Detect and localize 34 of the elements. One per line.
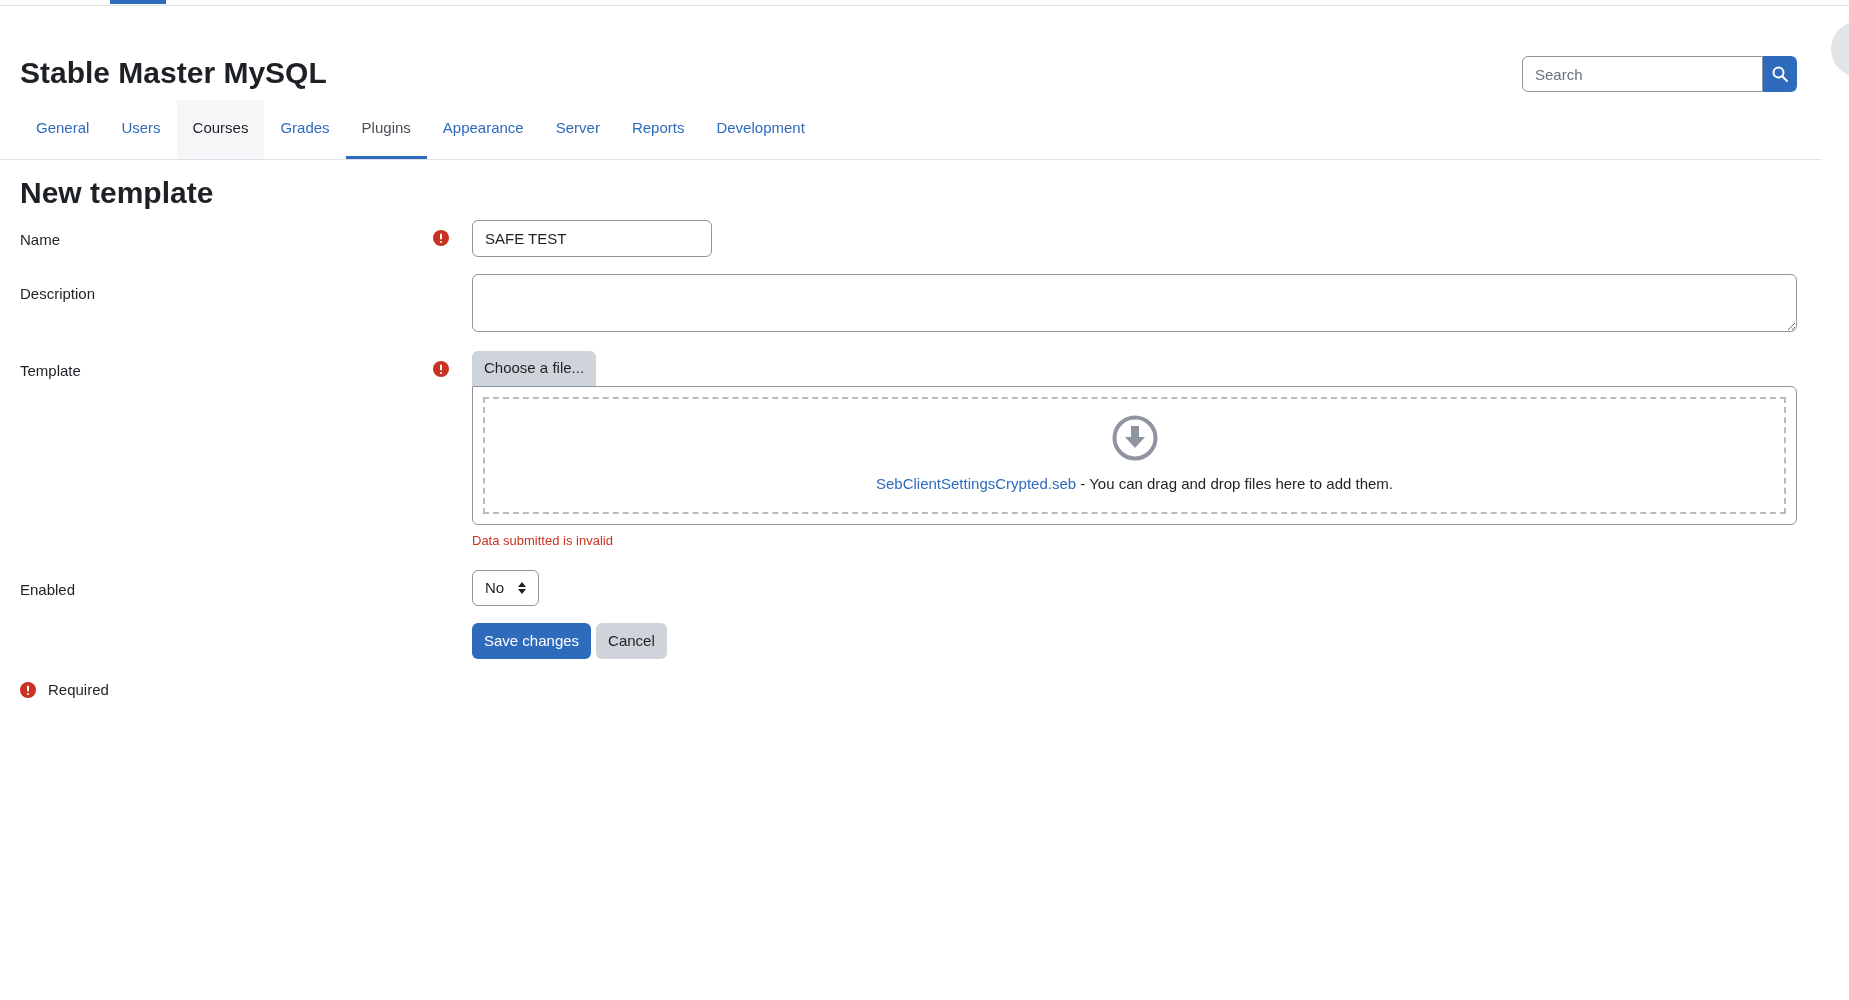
dropzone-text: SebClientSettingsCrypted.seb - You can drag and drop files here to add them. xyxy=(876,473,1393,494)
nav-tab[interactable]: General xyxy=(20,100,106,159)
search-icon xyxy=(1772,66,1788,82)
nav-tab[interactable]: Server xyxy=(539,100,616,159)
file-link[interactable]: SebClientSettingsCrypted.seb xyxy=(876,474,1077,492)
exclamation-icon xyxy=(20,682,36,699)
nav-tab[interactable]: Grades xyxy=(264,100,346,159)
enabled-select[interactable]: No xyxy=(472,570,539,606)
search-field[interactable]: Search xyxy=(1522,56,1763,92)
field-label: Description xyxy=(20,283,96,304)
active-nav-indicator xyxy=(110,0,166,4)
field-label: Enabled xyxy=(20,580,76,600)
exclamation-icon xyxy=(433,360,449,377)
nav-tab[interactable]: Plugins xyxy=(345,100,427,159)
file-dropzone[interactable]: SebClientSettingsCrypted.seb - You can drag and drop files here to add them. xyxy=(472,385,1797,525)
nav-tab[interactable]: Users xyxy=(105,100,177,159)
error-message: Data submitted is invalid xyxy=(472,531,613,550)
nav-tab[interactable]: Development xyxy=(700,100,821,159)
nav-tab[interactable]: Appearance xyxy=(426,100,540,159)
field-label: Template xyxy=(20,360,81,381)
exclamation-icon xyxy=(433,229,449,246)
required-note: Required xyxy=(48,680,109,700)
field-label: Name xyxy=(20,229,60,250)
sort-caret-icon xyxy=(518,582,526,594)
search-button[interactable] xyxy=(1763,56,1797,92)
page-heading: New template xyxy=(20,175,215,211)
nav-tab[interactable]: Reports xyxy=(615,100,701,159)
name-field[interactable]: SAFE TEST xyxy=(472,219,712,257)
site-title: Stable Master MySQL xyxy=(20,58,327,88)
choose-file-button[interactable]: Choose a file... xyxy=(472,350,597,386)
cancel-button[interactable]: Cancel xyxy=(596,623,667,659)
nav-tab[interactable]: Courses xyxy=(176,100,265,159)
save-button[interactable]: Save changes xyxy=(472,623,592,659)
description-field[interactable] xyxy=(472,273,1797,332)
